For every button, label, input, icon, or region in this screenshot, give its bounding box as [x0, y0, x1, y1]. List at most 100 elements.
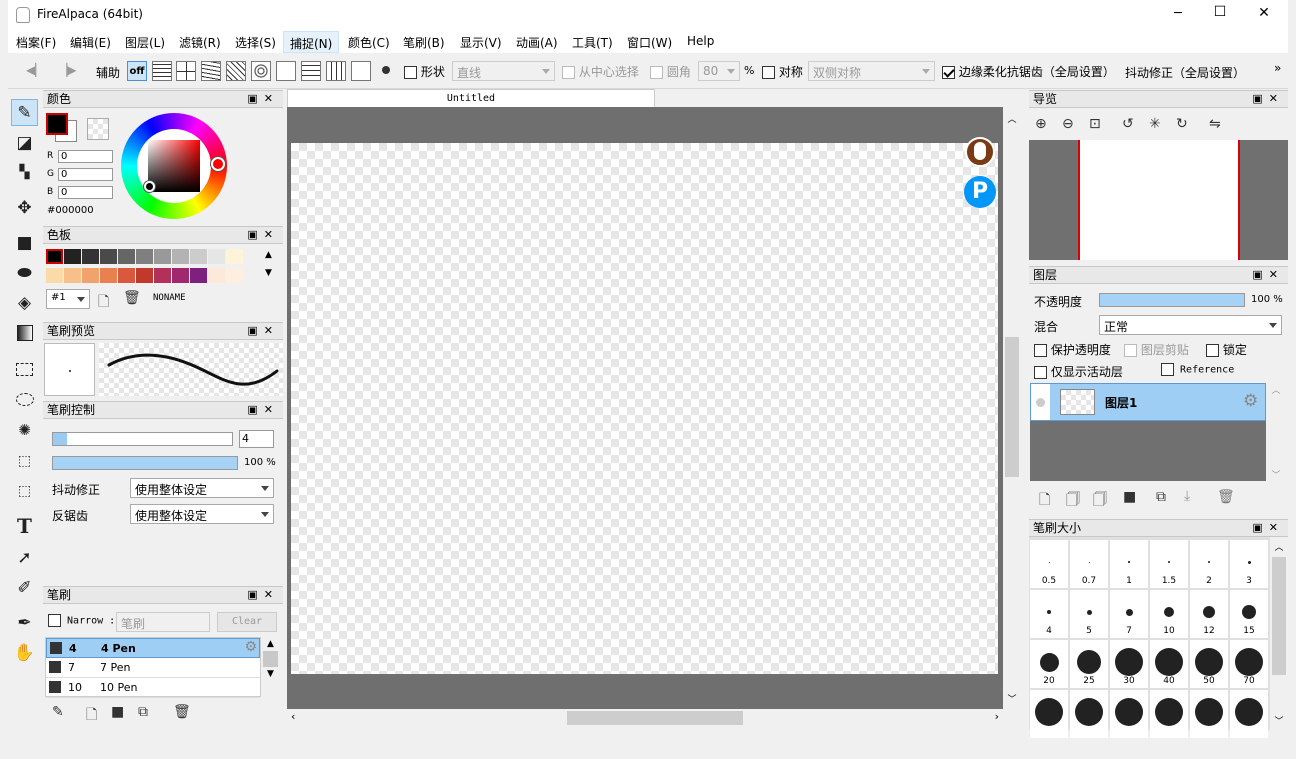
- palette-swatch[interactable]: [226, 249, 243, 264]
- sv-marker[interactable]: [144, 181, 155, 192]
- brush-list-item[interactable]: 7 7 Pen: [46, 658, 260, 678]
- canvas-vscrollbar[interactable]: ︿ ﹀: [1003, 107, 1021, 709]
- r-field[interactable]: 0: [58, 150, 113, 163]
- menu-filter[interactable]: 滤镜(R): [179, 34, 221, 51]
- layer-row[interactable]: 图层1 ⚙: [1030, 383, 1266, 421]
- brush-size-cell[interactable]: 4: [1030, 590, 1068, 638]
- document-tab[interactable]: Untitled: [287, 89, 655, 107]
- hand-tool-icon[interactable]: ✋: [11, 639, 38, 666]
- delete-brush-icon[interactable]: 🗑: [173, 704, 191, 720]
- palette-swatch[interactable]: [100, 268, 117, 283]
- brush-size-cell[interactable]: 0.5: [1030, 540, 1068, 588]
- panel-float-close-icon[interactable]: ▣✕: [1252, 267, 1284, 283]
- rotate-right-icon[interactable]: ↻: [1176, 116, 1188, 132]
- panel-float-close-icon[interactable]: ▣✕: [1252, 520, 1284, 536]
- move-tool-icon[interactable]: ✥: [11, 194, 38, 221]
- menu-file[interactable]: 档案(F): [16, 34, 56, 51]
- foreground-color-swatch[interactable]: [46, 113, 68, 135]
- new-brush-icon[interactable]: 🗋: [86, 704, 97, 728]
- canvas-hscrollbar[interactable]: ‹ ›: [287, 709, 1003, 727]
- shape-checkbox[interactable]: 形状: [404, 63, 445, 80]
- palette-swatch[interactable]: [46, 268, 63, 283]
- palette-swatch[interactable]: [154, 249, 171, 264]
- rotate-reset-icon[interactable]: ✳: [1149, 116, 1161, 132]
- layer-opacity-slider[interactable]: [1099, 293, 1245, 307]
- minimize-button[interactable]: ─: [1166, 6, 1190, 21]
- brush-size-cell[interactable]: [1030, 690, 1068, 738]
- g-field[interactable]: 0: [58, 168, 113, 181]
- snap-grid-icon[interactable]: [301, 61, 321, 81]
- flip-horizontal-icon[interactable]: ⇋: [1209, 116, 1221, 132]
- eraser-tool-icon[interactable]: ◪: [11, 129, 38, 156]
- layer-visibility-icon[interactable]: [1031, 384, 1050, 420]
- stabilizer-select[interactable]: 使用整体设定: [130, 478, 274, 498]
- shape-fill-tool-icon[interactable]: ⬬: [11, 259, 38, 286]
- delete-layer-icon[interactable]: 🗑: [1217, 489, 1235, 505]
- brush-size-cell[interactable]: 12: [1190, 590, 1228, 638]
- brush-size-cell[interactable]: 5: [1070, 590, 1108, 638]
- magic-wand-tool-icon[interactable]: ✺: [11, 416, 38, 443]
- menu-edit[interactable]: 编辑(E): [70, 34, 111, 51]
- brush-clear-button[interactable]: Clear: [217, 612, 277, 632]
- snap-cross-icon[interactable]: [176, 61, 196, 81]
- next-arrow-icon[interactable]: ▕▶: [58, 63, 76, 77]
- stabilizer-label[interactable]: 抖动修正（全局设置）: [1125, 64, 1245, 81]
- eyedropper-tool-icon[interactable]: ✒: [11, 609, 38, 636]
- zoom-fit-icon[interactable]: ⊡: [1089, 116, 1101, 132]
- palette-select[interactable]: #1: [46, 289, 90, 309]
- brush-size-cell[interactable]: 1.5: [1150, 540, 1188, 588]
- alpaca-avatar-icon[interactable]: [965, 137, 995, 167]
- brush-size-cell[interactable]: 30: [1110, 640, 1148, 688]
- antialias-select[interactable]: 使用整体设定: [130, 504, 274, 524]
- select-pen-tool-icon[interactable]: ⬚: [11, 447, 38, 474]
- select-eraser-tool-icon[interactable]: ⬚: [11, 477, 38, 504]
- palette-swatch[interactable]: [190, 268, 207, 283]
- palette-swatch[interactable]: [46, 249, 63, 264]
- menu-snap[interactable]: 捕捉(N): [283, 31, 340, 53]
- drawing-canvas[interactable]: [291, 143, 998, 674]
- palette-swatch[interactable]: [64, 249, 81, 264]
- panel-float-close-icon[interactable]: ▣✕: [247, 91, 279, 107]
- prev-arrow-icon[interactable]: ◀▏: [26, 63, 44, 77]
- brush-size-cell[interactable]: 25: [1070, 640, 1108, 688]
- layer-folder-icon[interactable]: ■: [1123, 489, 1136, 505]
- brush-opacity-slider[interactable]: [52, 456, 238, 470]
- brush-list-scrollbar[interactable]: ▲ ▼: [262, 637, 279, 697]
- palette-swatch[interactable]: [226, 268, 243, 283]
- palette-swatch[interactable]: [136, 268, 153, 283]
- snap-parallel-icon[interactable]: [152, 61, 172, 81]
- snap-curve-icon[interactable]: [276, 61, 296, 81]
- pixiv-icon[interactable]: P: [964, 176, 996, 208]
- saturation-value-square[interactable]: [148, 140, 200, 192]
- shape-check-box[interactable]: [404, 66, 417, 79]
- palette-swatch[interactable]: [118, 249, 135, 264]
- new-palette-icon[interactable]: 🗋: [98, 291, 109, 315]
- hue-marker[interactable]: [211, 157, 225, 171]
- menu-layer[interactable]: 图层(L): [125, 34, 165, 51]
- menu-select[interactable]: 选择(S): [235, 34, 276, 51]
- brush-size-cell[interactable]: 40: [1150, 640, 1188, 688]
- palette-swatch[interactable]: [208, 249, 225, 264]
- palette-swatch[interactable]: [136, 249, 153, 264]
- operation-tool-icon[interactable]: ➚: [11, 544, 38, 571]
- duplicate-layer-icon[interactable]: ⧉: [1156, 489, 1166, 505]
- menu-color[interactable]: 颜色(C): [348, 34, 390, 51]
- snap-off-button[interactable]: off: [127, 61, 147, 81]
- new-1bit-layer-icon[interactable]: 🗍: [1093, 489, 1107, 513]
- divide-tool-icon[interactable]: ✐: [11, 574, 38, 601]
- panel-float-close-icon[interactable]: ▣✕: [247, 402, 279, 418]
- menu-window[interactable]: 窗口(W): [627, 34, 672, 51]
- panel-float-close-icon[interactable]: ▣✕: [247, 227, 279, 243]
- close-button[interactable]: ✕: [1252, 5, 1276, 21]
- palette-swatch[interactable]: [172, 249, 189, 264]
- brush-size-cell[interactable]: 10: [1150, 590, 1188, 638]
- brush-list-item[interactable]: 4 4 Pen ⚙: [46, 638, 260, 658]
- antialias-checkbox[interactable]: 边缘柔化抗锯齿（全局设置）: [942, 63, 1115, 80]
- delete-palette-icon[interactable]: 🗑: [123, 290, 141, 306]
- symmetry-checkbox[interactable]: 对称: [762, 63, 803, 80]
- transparent-color-swatch[interactable]: [87, 118, 109, 140]
- rect-select-tool-icon[interactable]: [11, 356, 38, 383]
- new-8bit-layer-icon[interactable]: 🗍: [1066, 489, 1080, 513]
- palette-swatch[interactable]: [172, 268, 189, 283]
- brush-size-cell[interactable]: [1070, 690, 1108, 738]
